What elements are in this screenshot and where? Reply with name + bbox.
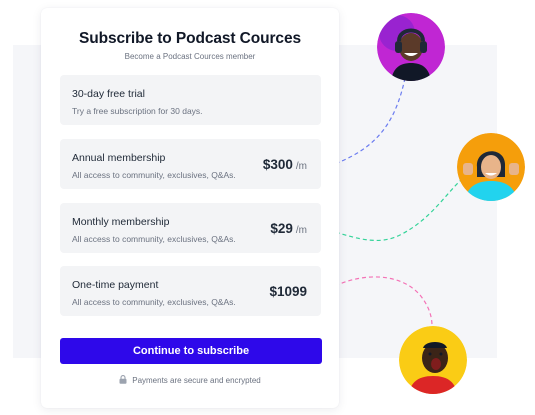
headphones-person-avatar [377, 13, 445, 81]
price-amount: $29 [270, 221, 293, 236]
page-subtitle: Become a Podcast Cources member [124, 52, 256, 61]
plan-description: Try a free subscription for 30 days. [72, 106, 203, 116]
plan-option-monthly[interactable]: Monthly membership All access to communi… [60, 203, 321, 253]
subscription-card: Subscribe to Podcast Cources Become a Po… [41, 8, 339, 408]
plan-description: All access to community, exclusives, Q&A… [72, 234, 236, 244]
plan-name: 30-day free trial [72, 88, 145, 100]
plan-price: $1099 [269, 283, 307, 301]
plan-option-free-trial[interactable]: 30-day free trial Try a free subscriptio… [60, 75, 321, 125]
continue-to-subscribe-button[interactable]: Continue to subscribe [60, 338, 322, 364]
plan-description: All access to community, exclusives, Q&A… [72, 170, 236, 180]
plan-name: Monthly membership [72, 216, 170, 228]
plan-description: All access to community, exclusives, Q&A… [72, 297, 236, 307]
price-unit: /m [295, 161, 307, 172]
thumbs-up-person-avatar [457, 133, 525, 201]
secure-payment-note: Payments are secure and encrypted [41, 375, 339, 385]
lock-icon [119, 375, 127, 384]
shouting-person-avatar [399, 326, 467, 394]
plan-option-one-time[interactable]: One-time payment All access to community… [60, 266, 321, 316]
plan-name: One-time payment [72, 279, 159, 291]
secure-text: Payments are secure and encrypted [132, 376, 261, 385]
price-unit: /m [295, 225, 307, 236]
page-title: Subscribe to Podcast Cources [78, 30, 301, 47]
price-amount: $300 [262, 157, 293, 172]
plan-name: Annual membership [72, 152, 166, 164]
plan-price: $300/m [263, 156, 307, 174]
plan-option-annual[interactable]: Annual membership All access to communit… [60, 139, 321, 189]
price-amount: $1099 [269, 284, 307, 299]
plan-price: $29/m [270, 220, 307, 238]
